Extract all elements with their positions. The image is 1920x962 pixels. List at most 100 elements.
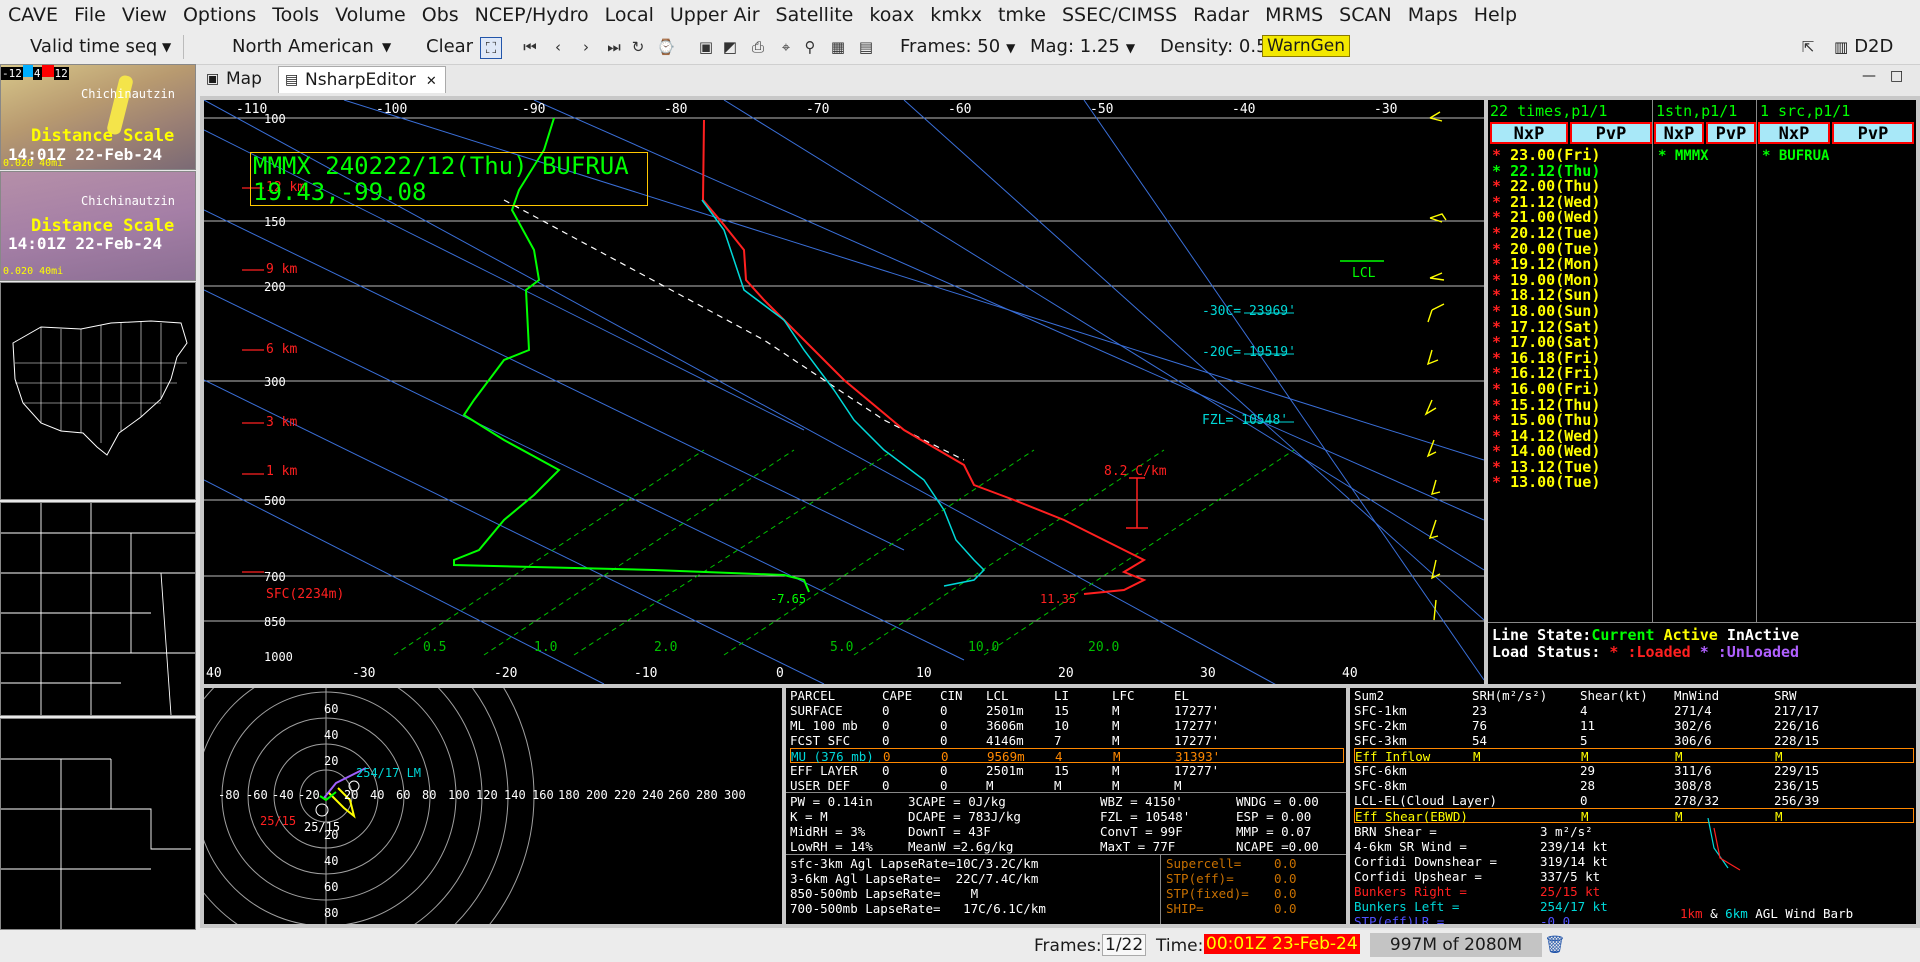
kinematic-cell: M bbox=[1581, 809, 1589, 824]
zoom-fit-icon[interactable]: ⛶ bbox=[480, 37, 502, 59]
menu-item-radar[interactable]: Radar bbox=[1185, 4, 1257, 26]
hodograph-ring bbox=[454, 688, 509, 924]
parcel-cell: 0 bbox=[940, 733, 948, 748]
hodograph-pane[interactable]: 60 40 20 20 40 60 80 -80 -60 -40 -20 20 40 60 8… bbox=[204, 688, 782, 924]
menu-item-help[interactable]: Help bbox=[1466, 4, 1525, 26]
parcel-cell: M bbox=[1112, 733, 1120, 748]
next-frame-icon[interactable]: › bbox=[576, 37, 596, 57]
menu-item-options[interactable]: Options bbox=[175, 4, 264, 26]
station-list-item[interactable]: * MMMX bbox=[1658, 148, 1709, 164]
tab-nsharp-editor[interactable]: ▤ NsharpEditor ✕ bbox=[278, 66, 446, 93]
tab-map[interactable]: ▣ Map bbox=[200, 66, 270, 92]
time-list-item[interactable]: * 13.00(Tue) bbox=[1492, 475, 1652, 491]
image-properties-icon[interactable]: ◩ bbox=[720, 37, 740, 57]
map-thumbnail-central[interactable] bbox=[0, 502, 196, 716]
colorbar: -12 4 12 bbox=[1, 65, 69, 81]
menu-item-file[interactable]: File bbox=[66, 4, 114, 26]
misc-parameter-cell: 4-6km SR Wind = bbox=[1354, 839, 1467, 854]
parcel-cell: 0 bbox=[941, 749, 949, 764]
station-marker: * bbox=[1658, 148, 1675, 164]
trash-icon[interactable]: 🗑 bbox=[1544, 935, 1566, 955]
colorbar-label-1: -12 bbox=[1, 67, 23, 80]
panel-layout-icon[interactable]: ▦ bbox=[828, 37, 848, 57]
satellite-thumbnail-1[interactable]: -12 4 12 Chichinautzin Distance Scale 14:0… bbox=[0, 64, 196, 170]
menu-item-ssec-cimss[interactable]: SSEC/CIMSS bbox=[1054, 4, 1185, 26]
projection-dropdown[interactable]: North American ▼ bbox=[220, 34, 400, 60]
times-next-page-button[interactable]: NxP bbox=[1490, 122, 1568, 144]
menu-item-scan[interactable]: SCAN bbox=[1331, 4, 1400, 26]
print-icon[interactable]: ⎙ bbox=[748, 37, 768, 57]
menu-item-tmke[interactable]: tmke bbox=[990, 4, 1054, 26]
parcel-cell: 17277' bbox=[1174, 733, 1220, 748]
misc-parameter-cell: 337/5 kt bbox=[1540, 869, 1601, 884]
sample-icon[interactable]: ⌖ bbox=[776, 37, 796, 57]
map-thumbnail-plains[interactable] bbox=[0, 718, 196, 930]
menu-item-upper-air[interactable]: Upper Air bbox=[662, 4, 768, 26]
clear-button[interactable]: Clear bbox=[426, 34, 473, 60]
parcel-header-cell: LCL bbox=[986, 688, 1009, 703]
parcel-row[interactable]: MU (376 mb) 0 0 9569m 4 M 31393' bbox=[790, 748, 1344, 764]
hodograph-x-label: 300 bbox=[724, 788, 746, 802]
warngen-button[interactable]: WarnGen bbox=[1262, 35, 1351, 58]
menu-item-koax[interactable]: koax bbox=[861, 4, 922, 26]
tab-map-label: Map bbox=[226, 69, 262, 89]
wind-barb bbox=[1428, 519, 1439, 539]
parcel-cell: 7 bbox=[1054, 733, 1062, 748]
top-temp-label: -40 bbox=[1232, 102, 1256, 117]
parcel-header-cell: CIN bbox=[940, 688, 963, 703]
menu-item-obs[interactable]: Obs bbox=[414, 4, 467, 26]
close-icon[interactable]: ✕ bbox=[426, 74, 437, 89]
source-name: BUFRUA bbox=[1778, 148, 1830, 164]
thermo-cell: MaxT = 77F bbox=[1100, 839, 1176, 854]
menu-item-kmkx[interactable]: kmkx bbox=[922, 4, 990, 26]
previous-frame-icon[interactable]: ‹ bbox=[548, 37, 568, 57]
loop-icon[interactable]: ↻ bbox=[628, 37, 648, 57]
kinematic-cell: 23 bbox=[1472, 703, 1488, 718]
menu-item-volume[interactable]: Volume bbox=[327, 4, 414, 26]
source-prev-page-button[interactable]: PvP bbox=[1832, 122, 1914, 144]
map-thumbnail-us[interactable] bbox=[0, 282, 196, 500]
right-mover-label: 25/15 bbox=[260, 814, 297, 828]
perspective-icon[interactable]: ⇱ bbox=[1798, 37, 1818, 57]
parcel-cell: 0 bbox=[883, 749, 891, 764]
time-mode-dropdown[interactable]: Valid time seq ▼ bbox=[10, 34, 180, 60]
kinematic-cell: 217/17 bbox=[1774, 703, 1820, 718]
source-list-item[interactable]: * BUFRUA bbox=[1762, 148, 1829, 164]
unloaded-data-icon[interactable]: ⚲ bbox=[800, 37, 820, 57]
minimize-icon[interactable]: — bbox=[1862, 68, 1876, 84]
source-next-page-button[interactable]: NxP bbox=[1758, 122, 1830, 144]
mean-wind-label: 25/15 bbox=[304, 820, 341, 834]
parcel-cell: 0 bbox=[882, 718, 890, 733]
menu-bar: CAVE File View Options Tools Volume Obs NCEP/Hy… bbox=[0, 0, 1920, 30]
menu-item-mrms[interactable]: MRMS bbox=[1257, 4, 1331, 26]
skewt-pane[interactable]: -110 -100 -90 -80 -70 -60 -50 -40 -30 10… bbox=[204, 100, 1484, 684]
menu-item-view[interactable]: View bbox=[114, 4, 175, 26]
height-label: 9 km bbox=[266, 262, 298, 277]
menu-item-maps[interactable]: Maps bbox=[1400, 4, 1466, 26]
time-options-icon[interactable]: ⌚ bbox=[656, 37, 676, 57]
image-combination-icon[interactable]: ▣ bbox=[696, 37, 716, 57]
thermo-cell: LowRH = 14% bbox=[790, 839, 873, 854]
station-prev-page-button[interactable]: PvP bbox=[1706, 122, 1756, 144]
isotherm bbox=[204, 209, 905, 551]
satellite-thumbnail-2[interactable]: Chichinautzin Distance Scale 14:01Z 22-F… bbox=[0, 171, 196, 281]
mixing-ratio-label: 1.0 bbox=[534, 640, 558, 655]
parcel-cell: FCST SFC bbox=[790, 733, 851, 748]
last-frame-icon[interactable]: ⏭ bbox=[604, 37, 624, 57]
d2d-perspective-button[interactable]: ▥ D2D bbox=[1834, 34, 1893, 60]
station-next-page-button[interactable]: NxP bbox=[1654, 122, 1704, 144]
maximize-icon[interactable]: □ bbox=[1890, 68, 1903, 84]
menu-item-ncep-hydro[interactable]: NCEP/Hydro bbox=[467, 4, 597, 26]
panel-swap-icon[interactable]: ▤ bbox=[856, 37, 876, 57]
mag-dropdown[interactable]: Mag: 1.25 ▼ bbox=[1030, 34, 1145, 60]
times-prev-page-button[interactable]: PvP bbox=[1570, 122, 1652, 144]
load-status-label: Load Status: bbox=[1492, 643, 1601, 661]
table-divider bbox=[786, 854, 1346, 855]
first-frame-icon[interactable]: ⏮ bbox=[520, 37, 540, 57]
menu-item-local[interactable]: Local bbox=[597, 4, 662, 26]
frames-dropdown[interactable]: Frames: 50 ▼ bbox=[900, 34, 1015, 60]
menu-item-cave[interactable]: CAVE bbox=[0, 4, 66, 26]
menu-item-satellite[interactable]: Satellite bbox=[768, 4, 862, 26]
menu-item-tools[interactable]: Tools bbox=[264, 4, 327, 26]
lapse-rate-row: sfc-3km Agl LapseRate=10C/3.2C/km bbox=[790, 856, 1039, 871]
